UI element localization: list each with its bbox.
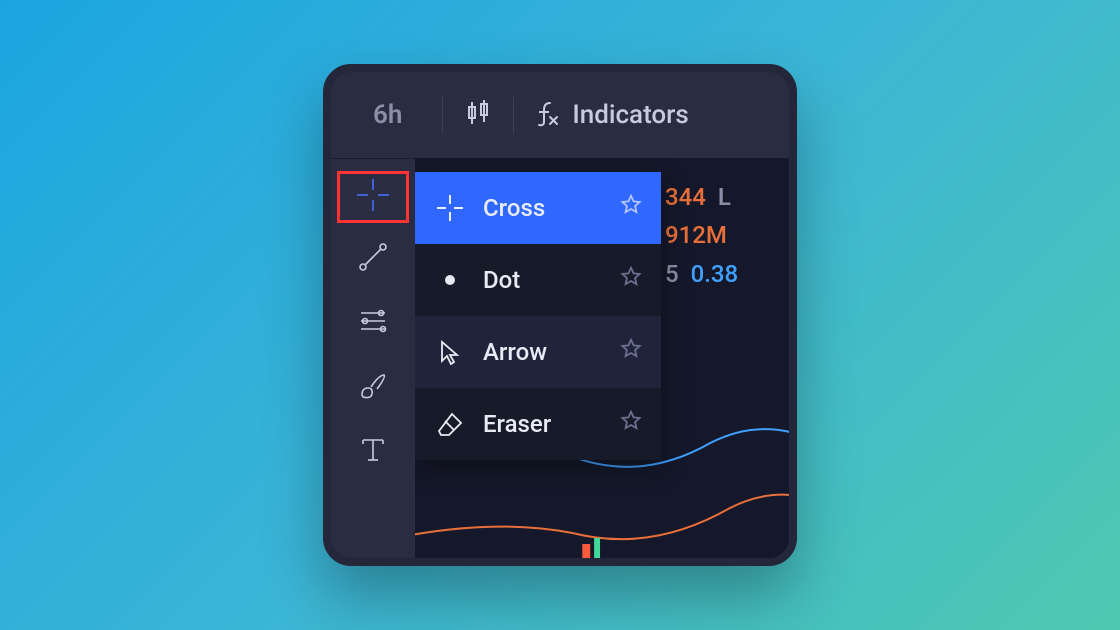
timeframe-selector[interactable]: 6h <box>349 72 442 158</box>
cursor-tool-button[interactable] <box>337 171 409 223</box>
readout-value: 344 <box>665 183 706 211</box>
eraser-icon <box>433 407 467 441</box>
fx-icon <box>532 98 562 132</box>
chart-content-area: 344 L 912M 5 0.38 <box>415 158 789 558</box>
favorite-toggle[interactable] <box>619 193 643 223</box>
cursor-menu-item-cross[interactable]: Cross <box>415 172 661 244</box>
brush-tool-button[interactable] <box>342 359 404 415</box>
trend-line-tool-button[interactable] <box>342 231 404 287</box>
chart-type-button[interactable] <box>443 72 513 158</box>
cursor-menu-item-arrow[interactable]: Arrow <box>415 316 661 388</box>
cursor-menu-item-eraser[interactable]: Eraser <box>415 388 661 460</box>
star-icon <box>619 195 643 223</box>
fib-tool-button[interactable] <box>342 295 404 351</box>
readout-value: 912M <box>665 221 727 249</box>
menu-item-label: Cross <box>483 194 603 222</box>
indicators-button[interactable]: Indicators <box>514 72 706 158</box>
chart-tool-panel: 6h Indicator <box>323 64 797 566</box>
ohlc-readout: 344 L 912M 5 0.38 <box>665 178 738 293</box>
drawing-tool-rail <box>331 158 415 558</box>
crosshair-icon <box>433 191 467 225</box>
favorite-toggle[interactable] <box>619 337 643 367</box>
readout-label: L <box>718 183 731 211</box>
trend-line-icon <box>353 237 393 281</box>
menu-item-label: Arrow <box>483 338 603 366</box>
crosshair-icon <box>353 175 393 219</box>
timeframe-label: 6h <box>367 100 424 130</box>
brush-icon <box>353 365 393 409</box>
menu-item-label: Dot <box>483 266 603 294</box>
readout-label: 5 <box>665 260 679 288</box>
readout-value: 0.38 <box>691 260 739 288</box>
dot-icon <box>433 263 467 297</box>
arrow-cursor-icon <box>433 335 467 369</box>
favorite-toggle[interactable] <box>619 265 643 295</box>
indicators-label: Indicators <box>572 100 688 130</box>
candlestick-icon <box>461 96 495 134</box>
favorite-toggle[interactable] <box>619 409 643 439</box>
cursor-type-menu: Cross Dot <box>415 172 661 460</box>
top-toolbar: 6h Indicator <box>331 72 789 158</box>
text-icon <box>353 429 393 473</box>
menu-item-label: Eraser <box>483 410 603 438</box>
star-icon <box>619 411 643 439</box>
horizontal-lines-icon <box>353 301 393 345</box>
text-tool-button[interactable] <box>342 423 404 479</box>
cursor-menu-item-dot[interactable]: Dot <box>415 244 661 316</box>
star-icon <box>619 339 643 367</box>
star-icon <box>619 267 643 295</box>
